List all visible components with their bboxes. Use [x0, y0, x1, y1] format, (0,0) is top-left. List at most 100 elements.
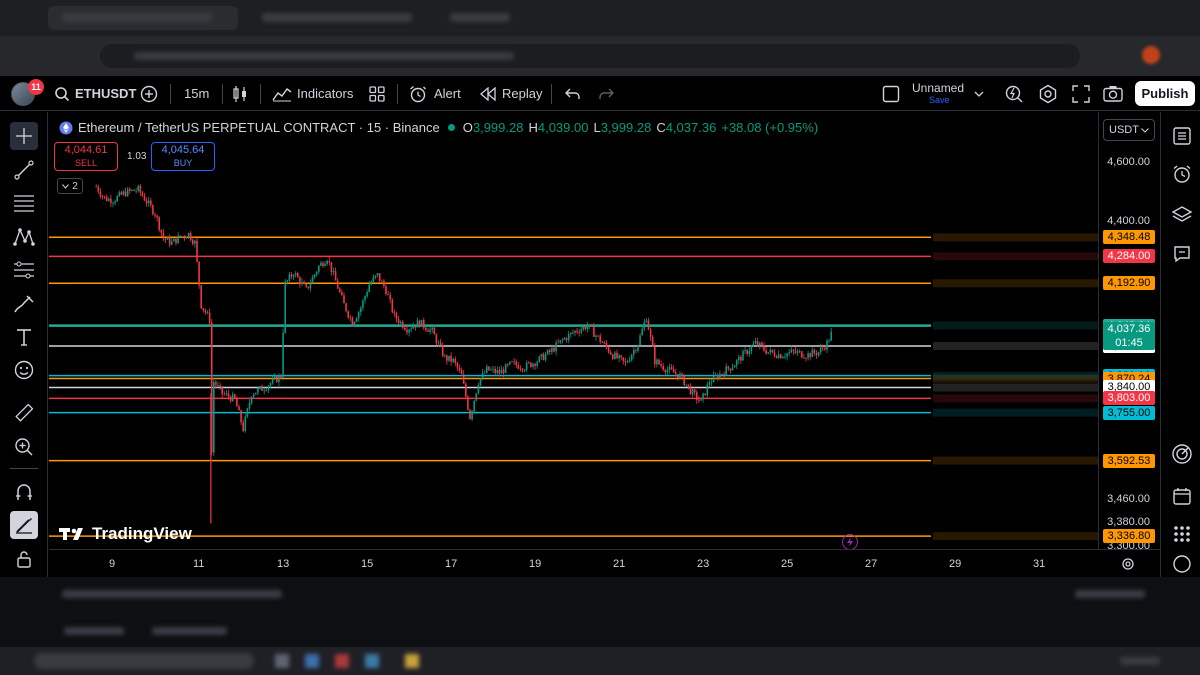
candle-body: [297, 273, 299, 278]
auto-scale-button[interactable]: [1121, 557, 1135, 576]
chart-type-button[interactable]: [232, 76, 248, 111]
candle-body: [458, 367, 461, 370]
layout-menu-button[interactable]: [974, 76, 984, 111]
snapshot-button[interactable]: [1103, 76, 1123, 111]
forecasting-tool[interactable]: [10, 256, 38, 284]
candle-body: [664, 369, 667, 373]
trading-panel-button[interactable]: [1170, 442, 1194, 466]
publish-button[interactable]: Publish: [1135, 81, 1195, 106]
pattern-tool[interactable]: [10, 223, 38, 251]
replay-button[interactable]: Replay: [480, 76, 542, 111]
measure-tool[interactable]: [10, 399, 38, 427]
lock-drawings-tool[interactable]: [10, 545, 38, 573]
candle-body: [540, 354, 543, 357]
watchlist-button[interactable]: [1170, 124, 1194, 148]
taskbar-search[interactable]: [34, 653, 254, 669]
price-axis[interactable]: USDT 4,600.00 4,400.00 3,460.00 3,380.00 3,3…: [1098, 112, 1160, 552]
candle-body: [744, 350, 746, 352]
tradingview-logo[interactable]: TradingView: [59, 524, 192, 544]
help-icon: [1173, 555, 1191, 573]
icon-tool[interactable]: [10, 356, 38, 384]
alert-lightning-icon[interactable]: [842, 534, 858, 549]
layouts-button[interactable]: [369, 76, 385, 111]
chart-pane[interactable]: Ethereum / TetherUS PERPETUAL CONTRACT ·…: [49, 112, 1098, 549]
candle-body: [221, 386, 223, 394]
help-button[interactable]: [1170, 552, 1194, 576]
sell-button[interactable]: 4,044.61 SELL: [54, 142, 118, 171]
alerts-panel-button[interactable]: [1170, 162, 1194, 186]
trend-line-tool[interactable]: [10, 156, 38, 184]
redo-button[interactable]: [598, 76, 614, 111]
candle-body: [305, 284, 307, 287]
level-annotation: [933, 532, 1098, 541]
brush-tool[interactable]: [10, 290, 38, 318]
quick-search-button[interactable]: [1004, 76, 1024, 111]
undo-button[interactable]: [565, 76, 581, 111]
candle-body: [175, 238, 177, 244]
candle-body: [395, 313, 398, 320]
settings-cog-icon: [1122, 558, 1134, 570]
fullscreen-button[interactable]: [1072, 76, 1090, 111]
settings-button[interactable]: [1038, 76, 1058, 111]
candle-body: [477, 384, 480, 394]
candle-body: [114, 201, 116, 204]
taskbar-app-icon[interactable]: [405, 654, 419, 668]
candle-body: [278, 375, 280, 383]
candle-body: [525, 362, 528, 370]
legend-close-value: 4,037.36: [665, 120, 717, 135]
time-tick-label: 11: [193, 558, 205, 570]
candle-body: [202, 308, 205, 311]
time-tick-label: 23: [697, 558, 710, 570]
fullscreen-mode-checkbox[interactable]: [882, 76, 900, 111]
candle-body: [391, 299, 394, 313]
candle-body: [252, 394, 255, 397]
taskbar-app-icon[interactable]: [305, 654, 319, 668]
sell-label: SELL: [74, 158, 98, 168]
price-chart[interactable]: [49, 112, 1098, 549]
object-tree-button[interactable]: [1170, 203, 1194, 227]
products-button[interactable]: [1170, 522, 1194, 546]
symbol-search[interactable]: ETHUSDT: [54, 76, 136, 111]
panel-tab[interactable]: [64, 627, 124, 635]
calendar-button[interactable]: [1170, 484, 1194, 508]
candle-body: [145, 200, 148, 204]
compare-symbol-button[interactable]: [140, 76, 158, 111]
candle-body: [286, 280, 289, 282]
collapse-indicators-button[interactable]: 2: [57, 178, 83, 194]
candle-body: [242, 422, 244, 432]
text-tool[interactable]: [10, 323, 38, 351]
candle-body: [244, 416, 247, 432]
buy-button[interactable]: 4,045.64 BUY: [151, 142, 215, 171]
taskbar-app-icon[interactable]: [275, 654, 289, 668]
taskbar-app-icon[interactable]: [335, 654, 349, 668]
interval-button[interactable]: 15m: [184, 76, 209, 111]
fib-tool[interactable]: [10, 189, 38, 217]
zoom-tool[interactable]: [10, 433, 38, 461]
taskbar-app-icon[interactable]: [365, 654, 379, 668]
chevron-down-icon: [974, 91, 984, 97]
legend-title[interactable]: Ethereum / TetherUS PERPETUAL CONTRACT ·…: [78, 120, 440, 135]
currency-select[interactable]: USDT: [1103, 119, 1155, 141]
browser-extension-icon[interactable]: [1142, 46, 1160, 64]
alert-label: Alert: [434, 86, 461, 101]
chats-button[interactable]: [1170, 242, 1194, 266]
panel-tab[interactable]: [152, 627, 227, 635]
price-level-label: 3,803.00: [1103, 391, 1155, 406]
stay-in-drawing-mode-tool[interactable]: [10, 511, 38, 539]
legend-high-label: H: [528, 120, 538, 135]
candle-body: [328, 260, 331, 263]
candle-body: [567, 334, 570, 341]
candle-body: [750, 346, 753, 352]
time-tick-label: 9: [109, 558, 116, 570]
time-axis[interactable]: 9 11 13 15 17 19 21 23 25 27 29 31: [49, 549, 1160, 577]
magnet-tool[interactable]: [10, 478, 38, 506]
indicators-button[interactable]: Indicators: [272, 76, 353, 111]
crosshair-tool[interactable]: [10, 122, 38, 150]
bar-countdown: 01:45: [1115, 337, 1143, 350]
candle-body: [229, 396, 232, 402]
alert-button[interactable]: Alert: [409, 76, 461, 111]
url-field[interactable]: [100, 44, 1080, 68]
candle-body: [555, 342, 557, 352]
candle-body: [624, 360, 627, 363]
layout-name-button[interactable]: Unnamed Save: [912, 76, 964, 111]
